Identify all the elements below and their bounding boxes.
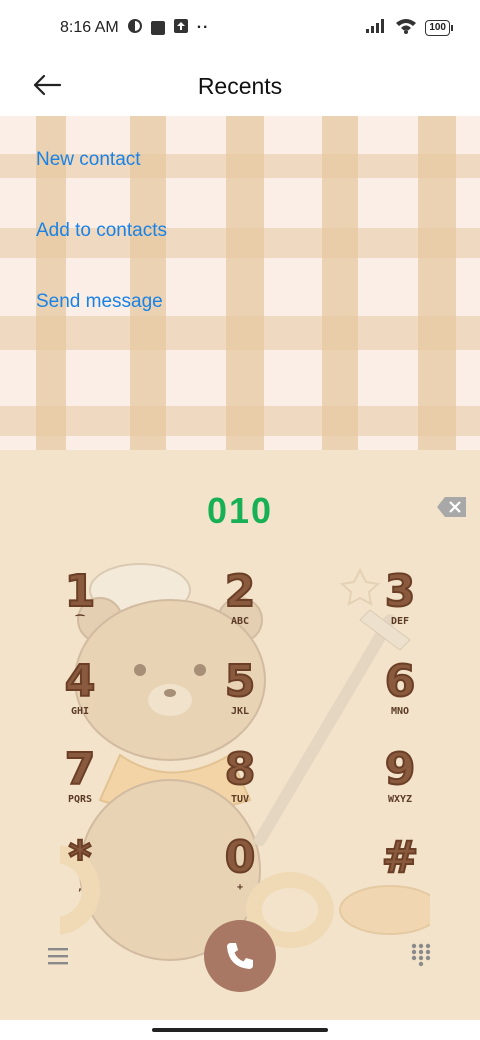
key-1[interactable]: 1 ⁀ xyxy=(35,567,125,640)
key-6[interactable]: 6 MNO xyxy=(355,657,445,730)
new-contact-link[interactable]: New contact xyxy=(36,116,167,187)
key-hash[interactable]: # xyxy=(355,833,445,906)
back-arrow-icon[interactable] xyxy=(30,68,64,102)
status-time: 8:16 AM xyxy=(60,19,119,36)
upload-icon xyxy=(173,18,189,39)
add-to-contacts-link[interactable]: Add to contacts xyxy=(36,187,167,258)
dialpad-icon[interactable] xyxy=(410,942,432,968)
call-button[interactable] xyxy=(204,920,276,992)
data-saver-icon xyxy=(127,18,143,39)
voicemail-icon: ⁀ xyxy=(75,616,85,627)
dialer-controls xyxy=(0,920,480,1000)
key-star[interactable]: * , xyxy=(35,833,125,906)
notification-icon xyxy=(150,21,165,35)
key-8[interactable]: 8 TUV xyxy=(195,745,285,818)
key-7[interactable]: 7 PQRS xyxy=(35,745,125,818)
recent-actions: New contact Add to contacts Send message xyxy=(36,116,167,329)
wifi-icon xyxy=(395,18,417,39)
status-bar: 8:16 AM ·· 100 xyxy=(0,0,480,56)
backspace-icon[interactable] xyxy=(436,496,468,518)
more-notifications-icon: ·· xyxy=(196,19,210,36)
phone-icon xyxy=(227,943,253,969)
key-4[interactable]: 4 GHI xyxy=(35,657,125,730)
battery-icon: 100 xyxy=(425,20,453,36)
page-title: Recents xyxy=(197,72,283,99)
key-0[interactable]: 0 + xyxy=(195,833,285,906)
key-9[interactable]: 9 WXYZ xyxy=(355,745,445,818)
navigation-bar xyxy=(0,1020,480,1040)
key-3[interactable]: 3 DEF xyxy=(355,567,445,640)
menu-icon[interactable] xyxy=(46,946,70,966)
app-header: Recents xyxy=(0,56,480,116)
key-2[interactable]: 2 ABC xyxy=(195,567,285,640)
send-message-link[interactable]: Send message xyxy=(36,258,167,329)
key-5[interactable]: 5 JKL xyxy=(195,657,285,730)
signal-icon xyxy=(365,18,387,39)
dialer-panel: 010 1 ⁀ 2 ABC 3 DEF 4 GHI 5 JKL 6 MNO 7 … xyxy=(0,450,480,1020)
home-gesture-bar[interactable] xyxy=(152,1028,328,1032)
dialed-number: 010 xyxy=(206,490,274,531)
